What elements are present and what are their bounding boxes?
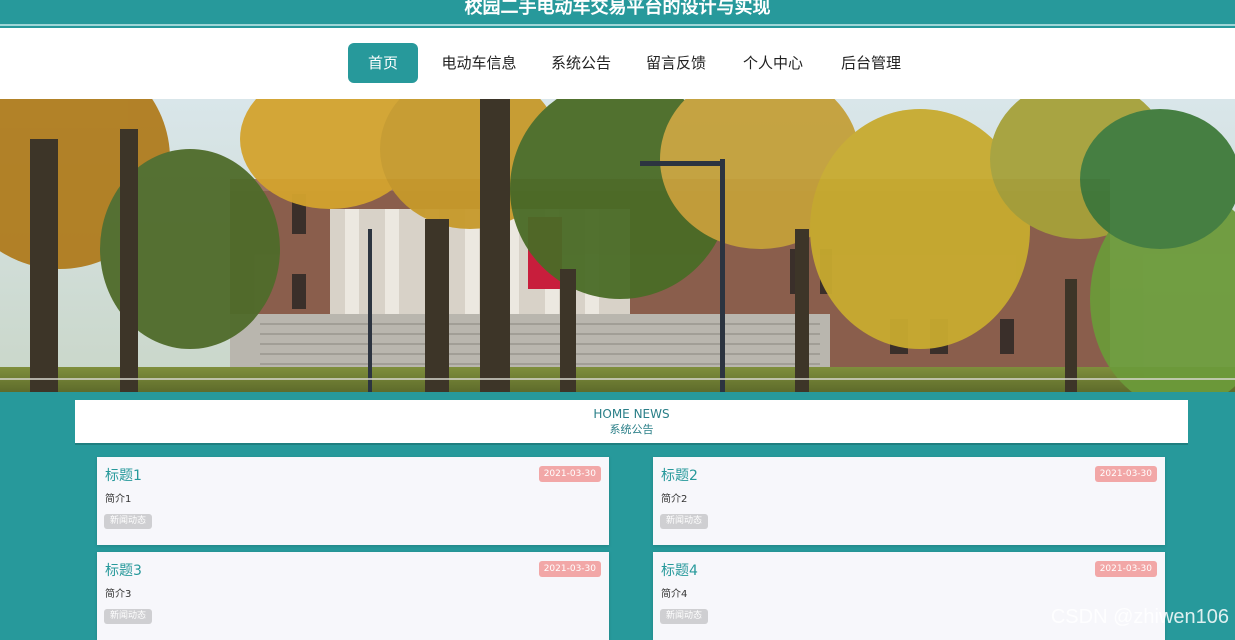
nav-feedback[interactable]: 留言反馈 xyxy=(636,43,716,83)
news-card-date-badge: 2021-03-30 xyxy=(539,466,601,482)
news-heading-cn: 系统公告 xyxy=(75,423,1188,437)
news-card-tag: 新闻动态 xyxy=(660,609,708,624)
news-heading-en: HOME NEWS xyxy=(75,407,1188,421)
news-section-header: HOME NEWS 系统公告 xyxy=(75,400,1188,445)
news-card-tag: 新闻动态 xyxy=(104,609,152,624)
news-card-tag: 新闻动态 xyxy=(660,514,708,529)
news-card[interactable]: 标题1 2021-03-30 简介1 新闻动态 xyxy=(97,457,609,545)
news-card-title[interactable]: 标题1 xyxy=(105,465,142,485)
news-card-date-badge: 2021-03-30 xyxy=(539,561,601,577)
news-card[interactable]: 标题2 2021-03-30 简介2 新闻动态 xyxy=(653,457,1165,545)
news-card-date-badge: 2021-03-30 xyxy=(1095,466,1157,482)
news-card-title[interactable]: 标题4 xyxy=(661,560,698,580)
news-card-title[interactable]: 标题2 xyxy=(661,465,698,485)
main-nav: 首页 电动车信息 系统公告 留言反馈 个人中心 后台管理 xyxy=(0,28,1235,100)
nav-ebike-info[interactable]: 电动车信息 xyxy=(432,43,526,83)
nav-admin[interactable]: 后台管理 xyxy=(831,43,911,83)
csdn-watermark: CSDN @zhiwen106 xyxy=(1051,606,1229,629)
site-title-bar: 校园二手电动车交易平台的设计与实现 xyxy=(0,0,1235,26)
nav-home[interactable]: 首页 xyxy=(348,43,418,83)
news-card-intro: 简介1 xyxy=(105,490,131,505)
news-card-tag: 新闻动态 xyxy=(104,514,152,529)
hero-banner-image[interactable] xyxy=(0,99,1235,392)
nav-system-notice[interactable]: 系统公告 xyxy=(541,43,621,83)
news-card-intro: 简介2 xyxy=(661,490,687,505)
news-card-date-badge: 2021-03-30 xyxy=(1095,561,1157,577)
news-card-title[interactable]: 标题3 xyxy=(105,560,142,580)
news-card-intro: 简介4 xyxy=(661,585,687,600)
nav-user-center[interactable]: 个人中心 xyxy=(733,43,813,83)
news-card[interactable]: 标题3 2021-03-30 简介3 新闻动态 xyxy=(97,552,609,640)
site-title: 校园二手电动车交易平台的设计与实现 xyxy=(465,0,771,18)
news-card-intro: 简介3 xyxy=(105,585,131,600)
